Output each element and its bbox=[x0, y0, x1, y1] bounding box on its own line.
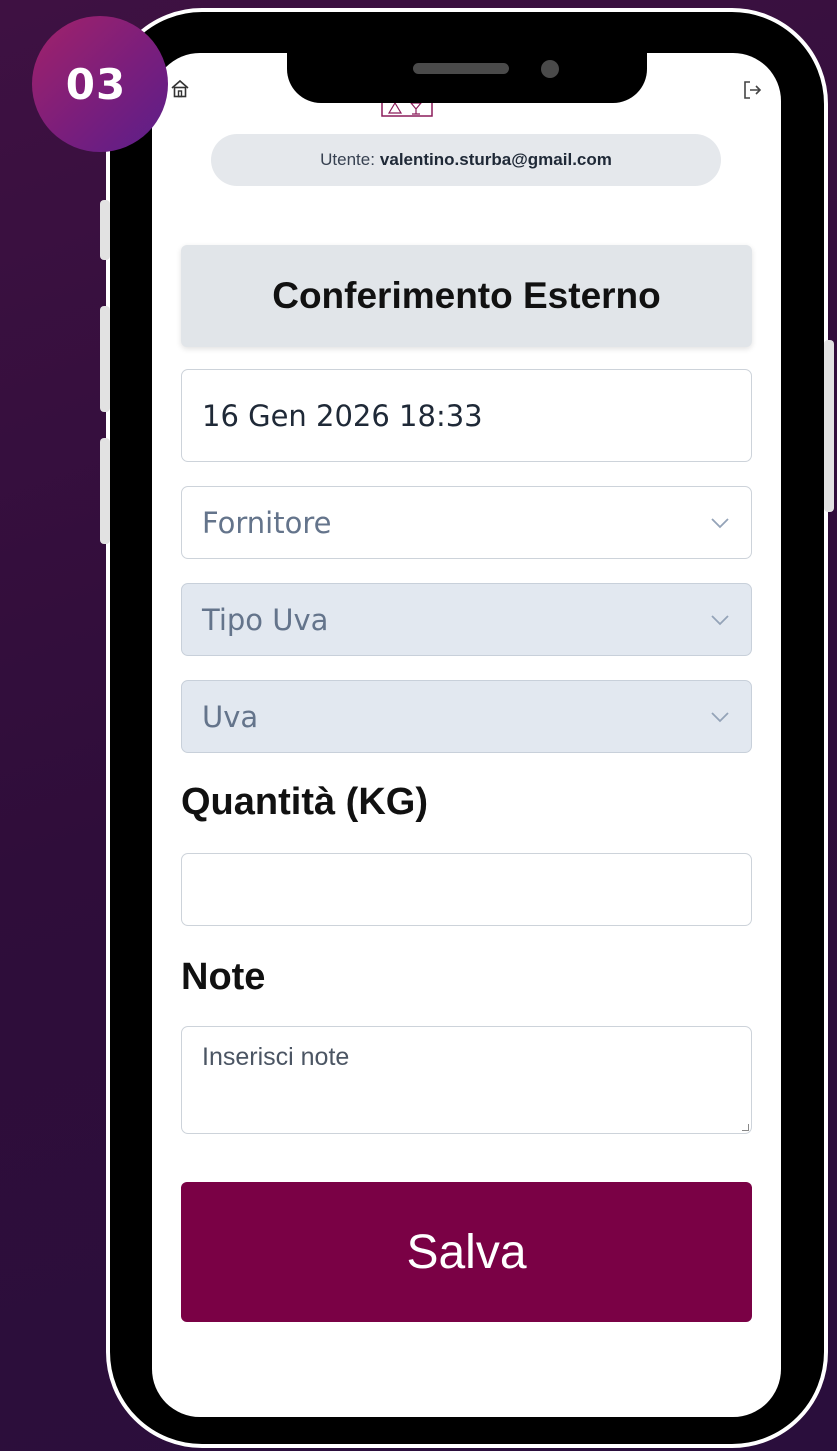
step-badge: 03 bbox=[32, 16, 168, 152]
phone-side-button bbox=[824, 340, 834, 512]
phone-side-button bbox=[100, 306, 110, 412]
user-email: valentino.sturba@gmail.com bbox=[379, 150, 612, 169]
tipo-uva-placeholder: Tipo Uva bbox=[202, 602, 329, 637]
datetime-field[interactable]: 16 Gen 2026 18:33 bbox=[181, 369, 752, 462]
app-screen: Utente: valentino.sturba@gmail.com Confe… bbox=[152, 53, 781, 1417]
tipo-uva-select[interactable]: Tipo Uva bbox=[181, 583, 752, 656]
step-number: 03 bbox=[65, 59, 127, 109]
uva-select[interactable]: Uva bbox=[181, 680, 752, 753]
notes-textarea[interactable]: Inserisci note bbox=[181, 1026, 752, 1134]
page-title: Conferimento Esterno bbox=[181, 245, 752, 347]
front-camera bbox=[541, 60, 559, 78]
speaker-grille bbox=[413, 63, 509, 74]
phone-notch bbox=[287, 30, 647, 103]
chevron-down-icon bbox=[711, 711, 729, 722]
save-button[interactable]: Salva bbox=[181, 1182, 752, 1322]
quantity-label: Quantità (KG) bbox=[181, 781, 428, 823]
phone-side-button bbox=[100, 438, 110, 544]
chevron-down-icon bbox=[711, 517, 729, 528]
resize-grip-icon[interactable] bbox=[742, 1124, 749, 1131]
phone-side-button bbox=[100, 200, 110, 260]
chevron-down-icon bbox=[711, 614, 729, 625]
uva-placeholder: Uva bbox=[202, 699, 259, 734]
quantity-input[interactable] bbox=[181, 853, 752, 926]
notes-label: Note bbox=[181, 956, 266, 998]
fornitore-placeholder: Fornitore bbox=[202, 505, 332, 540]
datetime-value: 16 Gen 2026 18:33 bbox=[202, 398, 483, 433]
user-info-pill: Utente: valentino.sturba@gmail.com bbox=[211, 134, 721, 186]
notes-placeholder: Inserisci note bbox=[202, 1043, 350, 1071]
home-icon[interactable] bbox=[170, 79, 190, 99]
fornitore-select[interactable]: Fornitore bbox=[181, 486, 752, 559]
user-label: Utente: bbox=[320, 150, 375, 169]
logout-icon[interactable] bbox=[741, 79, 763, 101]
